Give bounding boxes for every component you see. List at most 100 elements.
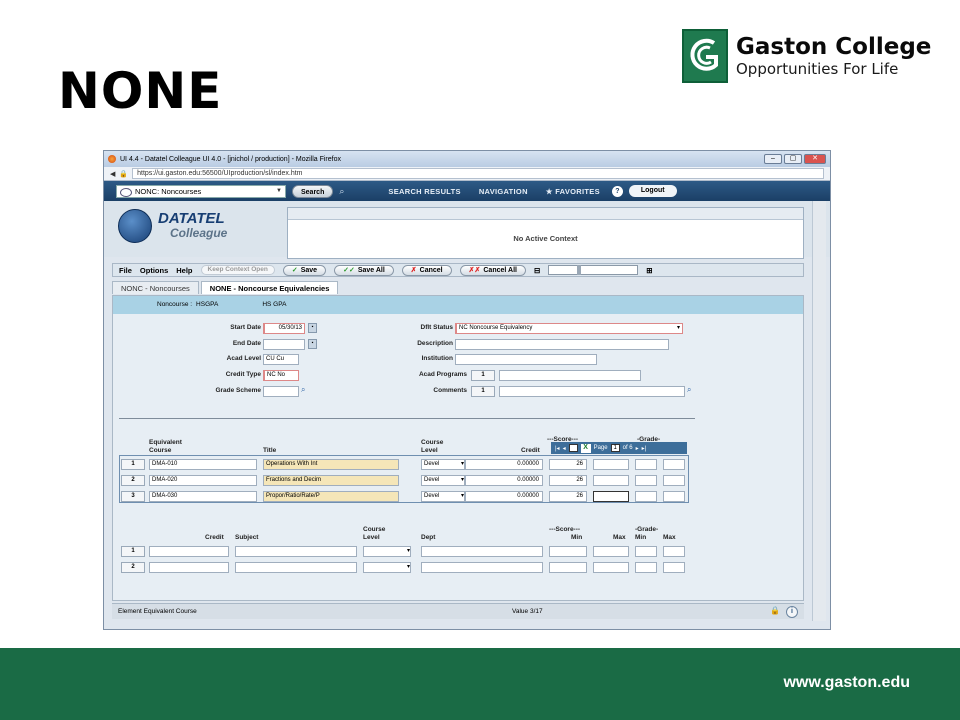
grade-max-field[interactable]: [663, 546, 685, 557]
footer-bar: www.gaston.edu: [0, 648, 960, 720]
zoom-out-icon[interactable]: ⊟: [534, 266, 540, 275]
row-number-button[interactable]: 1: [121, 546, 145, 557]
lookup-icon[interactable]: ⌕: [301, 385, 305, 395]
acad-programs-field[interactable]: [499, 370, 641, 381]
zoom-in-icon[interactable]: ⊞: [646, 266, 652, 275]
comments-row-button[interactable]: 1: [471, 386, 495, 397]
save-all-button[interactable]: ✓✓ Save All: [334, 264, 394, 276]
lookup-icon[interactable]: ⌕: [687, 385, 691, 395]
credit-field[interactable]: [149, 546, 229, 557]
grade-max-field[interactable]: [663, 562, 685, 573]
acad-level-field[interactable]: CU Cu: [263, 354, 299, 365]
grade-min-field[interactable]: [635, 562, 657, 573]
page-checkbox[interactable]: [568, 444, 578, 452]
score-max-field[interactable]: [593, 459, 629, 470]
dept-field[interactable]: [421, 562, 543, 573]
score-min-field[interactable]: [549, 546, 587, 557]
subject-field[interactable]: [235, 546, 357, 557]
prev-page-icon[interactable]: ◂: [563, 445, 566, 452]
row-number-button[interactable]: 2: [121, 562, 145, 573]
score-max-field[interactable]: [593, 491, 629, 502]
close-button[interactable]: ✕: [804, 154, 826, 164]
course-level-field[interactable]: ▾: [363, 562, 411, 573]
grade-min-field[interactable]: [635, 546, 657, 557]
comments-field[interactable]: [499, 386, 685, 397]
credit-field[interactable]: 0.00000: [465, 475, 543, 486]
equivalent-course-field[interactable]: DMA-020: [149, 475, 257, 486]
credit-field[interactable]: 0.00000: [465, 491, 543, 502]
grade-min-field[interactable]: [635, 475, 657, 486]
cancel-button[interactable]: ✗ Cancel: [401, 264, 452, 276]
next-page-icon[interactable]: ▸: [636, 445, 639, 452]
row-number-button[interactable]: 2: [121, 475, 145, 486]
zoom-slider[interactable]: [548, 265, 639, 275]
course-level-field[interactable]: Devel ▾: [421, 459, 465, 470]
credit-type-field[interactable]: NC No: [263, 370, 299, 381]
help-icon[interactable]: ?: [611, 185, 623, 197]
mnemonic-input[interactable]: NONC: Noncourses ▼: [116, 184, 286, 198]
url-field[interactable]: https://ui.gaston.edu:56500/UIproduction…: [132, 168, 824, 179]
score-min-field[interactable]: 26: [549, 459, 587, 470]
menu-options[interactable]: Options: [140, 266, 168, 275]
dflt-status-field[interactable]: NC Noncourse Equivalency ▾: [455, 323, 683, 334]
context-toolbar: [288, 208, 803, 220]
dept-field[interactable]: [421, 546, 543, 557]
magnifier-icon[interactable]: ⌕: [339, 186, 344, 197]
logout-button[interactable]: Logout: [628, 185, 677, 197]
grade-max-field[interactable]: [663, 475, 685, 486]
score-min-field[interactable]: [549, 562, 587, 573]
row-number-button[interactable]: 1: [121, 459, 145, 470]
excel-export-icon[interactable]: X: [580, 443, 591, 453]
cancel-all-button[interactable]: ✗✗ Cancel All: [459, 264, 526, 276]
acad-programs-row-button[interactable]: 1: [471, 370, 495, 381]
calendar-icon[interactable]: ▪: [308, 323, 317, 333]
row-number-button[interactable]: 3: [121, 491, 145, 502]
grade-max-field[interactable]: [663, 491, 685, 502]
credit-field[interactable]: 0.00000: [465, 459, 543, 470]
subject-field[interactable]: [235, 562, 357, 573]
tab-none[interactable]: NONE - Noncourse Equivalencies: [200, 281, 339, 294]
equivalent-course-field[interactable]: DMA-030: [149, 491, 257, 502]
course-level-field[interactable]: Devel ▾: [421, 491, 465, 502]
first-page-icon[interactable]: |◂: [555, 445, 560, 452]
score-max-field[interactable]: [593, 562, 629, 573]
navigation-button[interactable]: NAVIGATION: [473, 187, 534, 196]
page-number-field[interactable]: 1: [610, 444, 620, 452]
institution-field[interactable]: [455, 354, 597, 365]
grade-min-field[interactable]: [635, 459, 657, 470]
search-button[interactable]: Search: [292, 184, 334, 198]
credit-field[interactable]: [149, 562, 229, 573]
description-field[interactable]: [455, 339, 669, 350]
course-level-field[interactable]: Devel ▾: [421, 475, 465, 486]
maximize-button[interactable]: ▢: [784, 154, 802, 164]
start-date-field[interactable]: 05/30/13: [263, 323, 305, 334]
menu-file[interactable]: File: [119, 266, 132, 275]
score-min-field[interactable]: 26: [549, 475, 587, 486]
scrollbar[interactable]: [812, 201, 826, 621]
course-level-field[interactable]: ▾: [363, 546, 411, 557]
back-icon[interactable]: ◀: [110, 170, 115, 178]
grade-scheme-field[interactable]: [263, 386, 299, 397]
menu-help[interactable]: Help: [176, 266, 192, 275]
keep-context-open-button[interactable]: Keep Context Open: [200, 265, 275, 275]
lock-icon[interactable]: 🔒: [770, 606, 780, 618]
last-page-icon[interactable]: ▸|: [642, 445, 647, 452]
score-max-field[interactable]: [593, 546, 629, 557]
calendar-icon[interactable]: ▪: [308, 339, 317, 349]
search-results-button[interactable]: SEARCH RESULTS: [382, 187, 466, 196]
info-icon[interactable]: i: [786, 605, 798, 618]
footer-url[interactable]: www.gaston.edu: [783, 674, 910, 692]
end-date-field[interactable]: [263, 339, 305, 350]
chevron-down-icon: ▾: [406, 564, 410, 570]
grade-max-field[interactable]: [663, 459, 685, 470]
score-max-field[interactable]: [593, 475, 629, 486]
score-min-field[interactable]: 26: [549, 491, 587, 502]
minimize-button[interactable]: –: [764, 154, 782, 164]
grade-min-field[interactable]: [635, 491, 657, 502]
tab-nonc[interactable]: NONC - Noncourses: [112, 281, 199, 294]
status-value: Value 3/17: [512, 608, 543, 615]
equivalent-course-field[interactable]: DMA-010: [149, 459, 257, 470]
chevron-down-icon[interactable]: ▼: [276, 186, 284, 197]
favorites-button[interactable]: ★ FAVORITES: [540, 187, 606, 196]
save-button[interactable]: ✓ Save: [282, 264, 327, 276]
